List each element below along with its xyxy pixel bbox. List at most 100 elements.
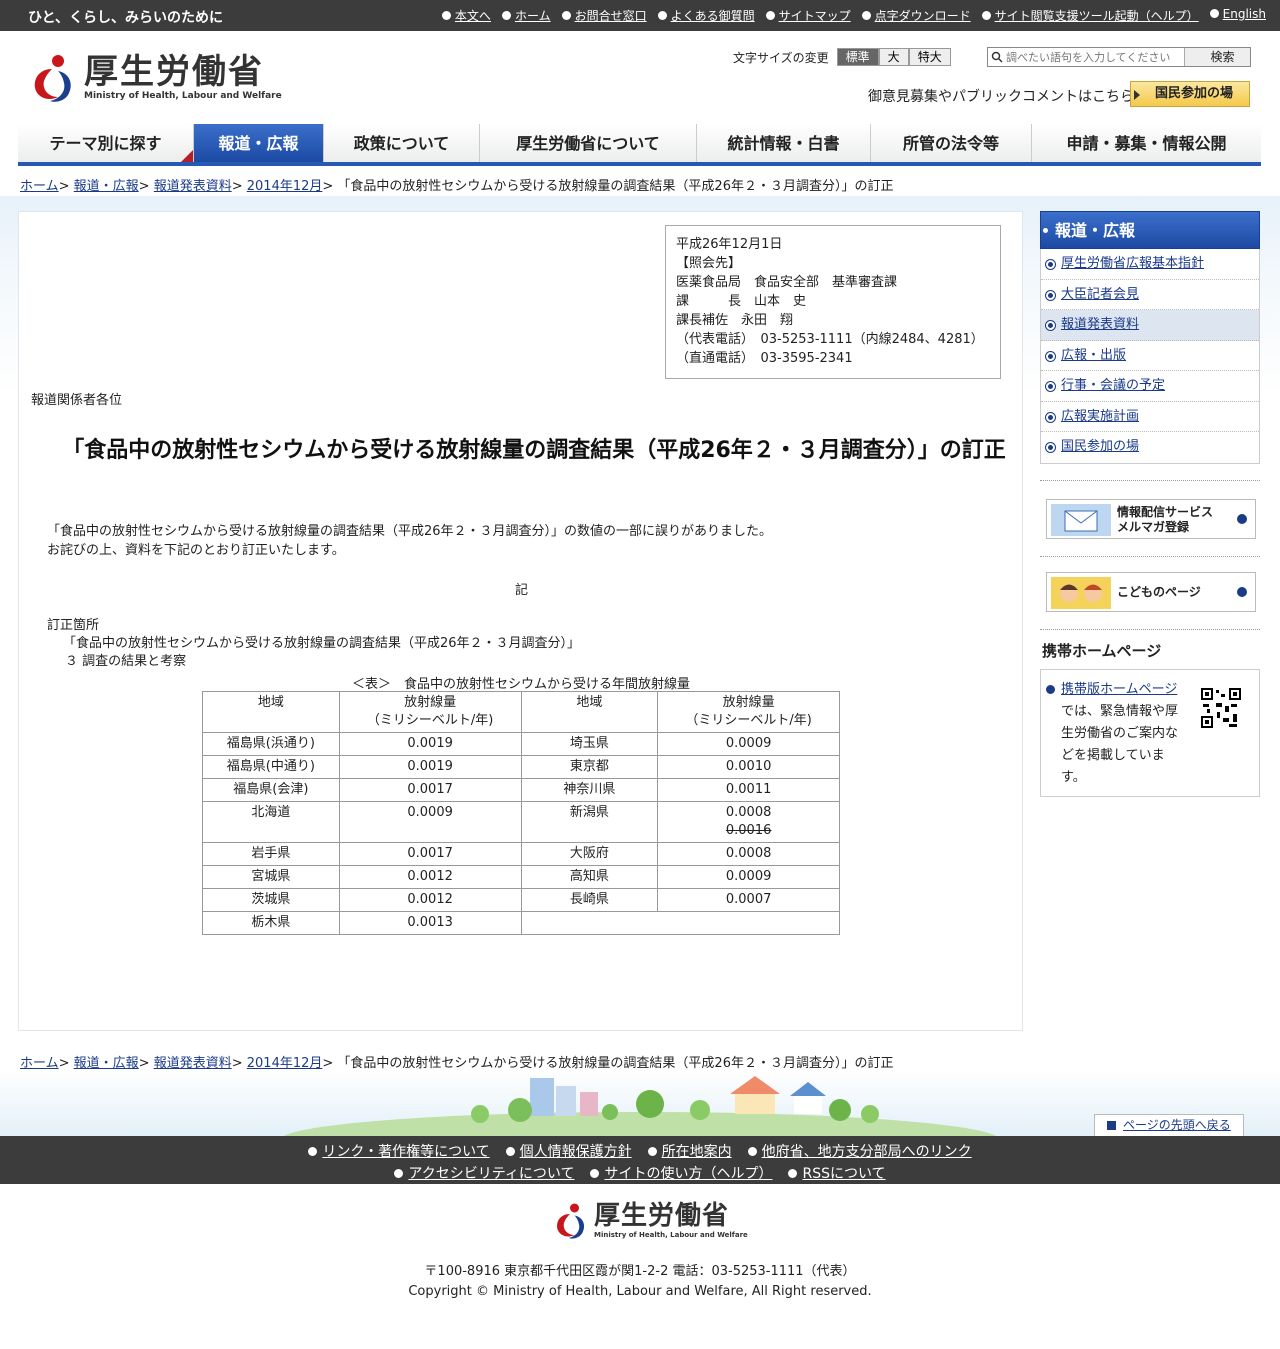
arrow-bullet-icon [647,1147,657,1156]
cell-region: 福島県(中通り) [202,755,340,779]
breadcrumb-releases[interactable]: 報道発表資料 [154,1056,232,1071]
utility-link-braille[interactable]: 点字ダウンロード [861,7,971,24]
sidebar-item-pr-plan[interactable]: 広報実施計画 [1041,402,1259,432]
page-title: 「食品中の放射性セシウムから受ける放射線量の調査結果（平成26年２・３月調査分）… [62,438,1006,463]
correction-label: 訂正箇所 [47,618,100,633]
contact-dept: 医薬食品局 食品安全部 基準審査課 [676,275,898,290]
gnav-about[interactable]: 厚生労働省について [480,124,697,162]
arrow-bullet-icon [657,11,667,20]
breadcrumb-home[interactable]: ホーム [20,1056,59,1071]
cell-dose: 0.0011 [657,778,840,802]
mhlw-logo-icon [34,55,71,102]
breadcrumb-current: 「食品中の放射性セシウムから受ける放射線量の調査結果（平成26年２・３月調査分）… [337,179,894,194]
font-size-normal-button[interactable]: 標準 [836,48,879,66]
breadcrumb-current: 「食品中の放射性セシウムから受ける放射線量の調査結果（平成26年２・３月調査分）… [337,1056,894,1071]
body-line: お詫びの上、資料を下記のとおり訂正いたします。 [47,543,345,558]
gnav-press[interactable]: 報道・広報 [194,124,324,162]
search-button[interactable]: 検索 [1184,48,1250,66]
utility-link-sitemap[interactable]: サイトマップ [765,7,851,24]
sidebar-item-participation[interactable]: 国民参加の場 [1041,432,1259,463]
breadcrumb-home[interactable]: ホーム [20,179,59,194]
breadcrumb-month[interactable]: 2014年12月 [247,1056,323,1071]
font-size-large-button[interactable]: 大 [878,48,909,66]
correction-section: 訂正箇所 「食品中の放射性セシウムから受ける放射線量の調査結果（平成26年２・３… [47,617,580,671]
main-content: 平成26年12月1日 【照会先】 医薬食品局 食品安全部 基準審査課 課 長 山… [18,211,1023,1031]
gnav-theme[interactable]: テーマ別に探す [18,124,194,162]
cell-dose-corrected: 0.0008 0.0016 [657,801,840,843]
arrow-bullet-icon [861,11,871,20]
divider [1040,629,1260,630]
logo-english: Ministry of Health, Labour and Welfare [84,91,282,101]
footer-link-copyright[interactable]: リンク・著作権等について [308,1141,490,1161]
breadcrumb-releases[interactable]: 報道発表資料 [154,179,232,194]
font-size-label: 文字サイズの変更 [733,50,829,65]
font-size-xlarge-button[interactable]: 特大 [908,48,951,66]
cell-dose: 0.0009 [657,732,840,756]
utility-link-faq[interactable]: よくある御質問 [657,7,755,24]
cell-dose: 0.0017 [338,778,522,802]
footer-link-privacy[interactable]: 個人情報保護方針 [505,1141,632,1161]
footer-nav: リンク・著作権等について 個人情報保護方針 所在地案内 他府省、地方支分部局への… [0,1136,1280,1184]
public-participation-button[interactable]: 国民参加の場 [1130,81,1250,107]
utility-link-skip[interactable]: 本文へ [441,7,491,24]
addressee: 報道関係者各位 [31,393,123,408]
footer-logo[interactable]: 厚生労働省 Ministry of Health, Labour and Wel… [552,1200,748,1240]
sidebar-item-pr-policy[interactable]: 厚生労働省広報基本指針 [1041,249,1259,280]
cell-dose: 0.0008 [657,842,840,866]
sidebar-item-events[interactable]: 行事・会議の予定 [1041,371,1259,402]
sidebar-item-publications[interactable]: 広報・出版 [1041,341,1259,371]
footer-links-row2: アクセシビリティについて サイトの使い方（ヘルプ） RSSについて [0,1163,1280,1183]
footer-link-other-ministries[interactable]: 他府省、地方支分部局へのリンク [747,1141,972,1161]
gnav-policy[interactable]: 政策について [324,124,480,162]
sidebar-heading: 報道・広報 [1040,211,1260,249]
footer-link-location[interactable]: 所在地案内 [647,1141,732,1161]
footer-link-accessibility[interactable]: アクセシビリティについて [394,1163,574,1183]
dropdown-corner-icon [181,150,193,162]
utility-link-english[interactable]: English [1209,7,1266,24]
footer-illustration [0,1070,1280,1168]
utility-link-contact[interactable]: お問合せ窓口 [561,7,647,24]
cell-region: 福島県(会津) [202,778,340,802]
ki-heading: 記 [514,583,528,598]
utility-link-accessibility-tool[interactable]: サイト閲覧支援ツール起動（ヘルプ） [981,7,1199,24]
search-input[interactable] [988,48,1184,66]
breadcrumb-bottom: ホーム> 報道・広報> 報道発表資料> 2014年12月> 「食品中の放射性セシ… [20,1056,894,1071]
sidebar-list: 厚生労働省広報基本指針 大臣記者会見 報道発表資料 広報・出版 行事・会議の予定… [1040,249,1260,464]
footer-link-rss[interactable]: RSSについて [788,1163,886,1183]
gnav-statistics[interactable]: 統計情報・白書 [697,124,871,162]
contact-assistant: 課長補佐 永田 翔 [676,313,794,328]
gnav-laws[interactable]: 所管の法令等 [871,124,1032,162]
utility-link-home[interactable]: ホーム [501,7,551,24]
cell-dose: 0.0019 [338,755,522,779]
sidebar-item-press-releases[interactable]: 報道発表資料 [1041,310,1259,341]
header-region: 地域 [520,691,659,733]
font-size-switcher: 文字サイズの変更 標準 大 特大 [733,48,951,66]
mail-magazine-banner[interactable]: 情報配信サービス メルマガ登録 [1046,499,1256,539]
bullet-icon [1046,260,1055,269]
mail-banner-line1: 情報配信サービス [1117,505,1214,519]
mobile-site-heading: 携帯ホームページ [1042,642,1162,660]
breadcrumb-month[interactable]: 2014年12月 [247,179,323,194]
table-caption: ＜表＞ 食品中の放射性セシウムから受ける年間放射線量 [351,677,690,692]
back-to-top-button[interactable]: ページの先頭へ戻る [1094,1114,1244,1136]
table-header-row: 地域 放射線量 （ミリシーベルト/年) 地域 放射線量 （ミリシーベルト/年) [202,691,840,733]
kids-page-banner[interactable]: こどものページ [1046,572,1256,612]
sidebar-item-minister-press[interactable]: 大臣記者会見 [1041,280,1259,310]
breadcrumb-press[interactable]: 報道・広報 [74,179,139,194]
release-date: 平成26年12月1日 [676,237,783,252]
cell-dose: 0.0012 [338,888,522,912]
mobile-site-link[interactable]: 携帯版ホームページ [1061,682,1177,697]
bullet-icon [1046,351,1055,361]
footer-link-help[interactable]: サイトの使い方（ヘルプ） [590,1163,772,1183]
arrow-bullet-icon [747,1147,757,1156]
cell-region: 埼玉県 [520,732,659,756]
cell-empty [520,911,840,935]
header-region: 地域 [202,691,340,733]
sidebar: 報道・広報 厚生労働省広報基本指針 大臣記者会見 報道発表資料 広報・出版 行事… [1040,211,1260,464]
qr-code-icon [1201,688,1241,728]
gnav-applications[interactable]: 申請・募集・情報公開 [1032,124,1261,162]
body-line: 「食品中の放射性セシウムから受ける放射線量の調査結果（平成26年２・３月調査分）… [47,524,773,539]
site-logo[interactable]: 厚生労働省 Ministry of Health, Labour and Wel… [28,51,282,103]
table-row: 福島県(会津) 0.0017 神奈川県 0.0011 [202,778,840,802]
breadcrumb-press[interactable]: 報道・広報 [74,1056,139,1071]
